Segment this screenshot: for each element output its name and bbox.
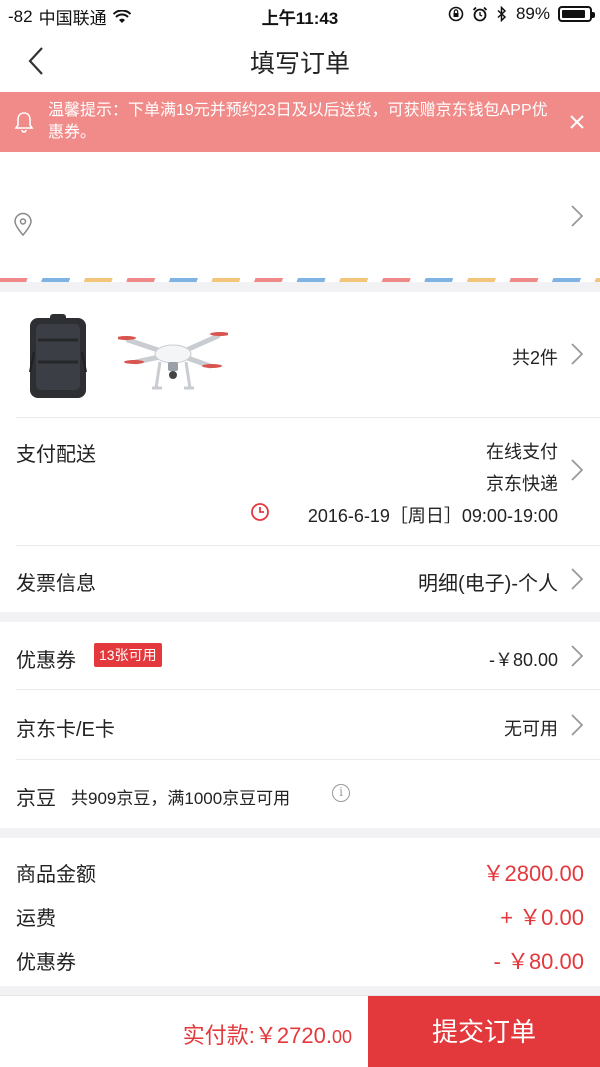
summary-shipping-value: + ￥0.00: [500, 905, 584, 930]
coupon-value: -￥80.00: [488, 650, 558, 670]
jingdou-desc: 共909京豆，满1000京豆可用: [71, 789, 291, 808]
jd-card-value: 无可用: [504, 719, 558, 739]
jingdou-row: 京豆 共909京豆，满1000京豆可用 i: [16, 760, 600, 828]
bluetooth-icon: [497, 6, 507, 22]
address-stripe-divider: [0, 278, 600, 282]
total-payable-amount: ￥2720.: [254, 1023, 332, 1048]
chevron-right-icon: [571, 205, 584, 227]
info-icon[interactable]: i: [332, 784, 350, 802]
payment-delivery-row[interactable]: 支付配送 在线支付 京东快递 2016-6-19［周日］09:00-19:00: [16, 418, 600, 546]
chevron-right-icon: [571, 459, 584, 481]
total-payable-cents: 00: [331, 1027, 352, 1047]
payment-method: 在线支付: [486, 442, 558, 462]
invoice-value: 明细(电子)-个人: [418, 573, 558, 595]
summary-shipping-label: 运费: [16, 908, 56, 930]
goods-row[interactable]: 共2件: [16, 292, 600, 418]
notice-close-button[interactable]: [566, 111, 588, 133]
coupon-label: 优惠券: [16, 650, 76, 672]
courier-name: 京东快递: [486, 474, 558, 494]
page-title: 填写订单: [249, 50, 350, 78]
chevron-right-icon: [571, 714, 584, 736]
checkout-bar: 实付款:￥2720.00 提交订单: [0, 995, 600, 1067]
submit-order-button[interactable]: 提交订单: [368, 996, 600, 1067]
location-pin-icon: [14, 212, 32, 237]
jingdou-label: 京豆: [16, 788, 56, 810]
address-selector[interactable]: [0, 152, 600, 282]
drone-thumbnail: [118, 332, 228, 390]
delivery-time: 2016-6-19［周日］09:00-19:00: [307, 506, 558, 526]
chevron-right-icon: [571, 645, 584, 667]
notice-banner: 温馨提示：下单满19元并预约23日及以后送货，可获赠京东钱包APP优惠券。: [0, 92, 600, 152]
goods-count: 共2件: [511, 348, 558, 368]
bell-icon: [14, 112, 34, 133]
order-details-section: 共2件 支付配送 在线支付 京东快递 2016-6-19［周日］09:00-19…: [0, 292, 600, 612]
payment-delivery-label: 支付配送: [16, 444, 96, 466]
coupon-row[interactable]: 优惠券 13张可用 -￥80.00: [16, 622, 600, 690]
total-payable-label: 实付款:: [182, 1023, 255, 1048]
jd-card-row[interactable]: 京东卡/E卡 无可用: [16, 690, 600, 760]
price-summary-section: 商品金额 ￥2800.00 运费 + ￥0.00 优惠券 - ￥80.00: [0, 838, 600, 986]
battery-icon: [558, 6, 595, 22]
backpack-thumbnail: [29, 314, 87, 398]
coupon-available-badge: 13张可用: [94, 643, 162, 667]
nav-bar: 填写订单: [0, 30, 600, 92]
alarm-icon: [472, 6, 488, 22]
battery-level: [562, 10, 586, 18]
chevron-right-icon: [571, 568, 584, 590]
invoice-label: 发票信息: [16, 573, 96, 595]
invoice-row[interactable]: 发票信息 明细(电子)-个人: [16, 546, 600, 612]
notice-text: 温馨提示：下单满19元并预约23日及以后送货，可获赠京东钱包APP优惠券。: [48, 102, 548, 141]
summary-goods-label: 商品金额: [16, 864, 96, 886]
clock-icon: [251, 503, 269, 521]
battery-percent: 89%: [515, 4, 550, 23]
discounts-section: 优惠券 13张可用 -￥80.00 京东卡/E卡 无可用 京豆 共909京豆，满…: [0, 622, 600, 828]
status-bar: -82 中国联通 上午11:43 89%: [0, 0, 600, 30]
close-icon: [570, 115, 584, 129]
chevron-right-icon: [571, 343, 584, 365]
jd-card-label: 京东卡/E卡: [16, 719, 115, 741]
summary-coupon-label: 优惠券: [16, 952, 76, 974]
summary-coupon-value: - ￥80.00: [493, 949, 585, 974]
rotation-lock-icon: [448, 6, 464, 22]
total-payable: 实付款:￥2720.00: [183, 1018, 352, 1050]
summary-goods-value: ￥2800.00: [482, 861, 584, 886]
